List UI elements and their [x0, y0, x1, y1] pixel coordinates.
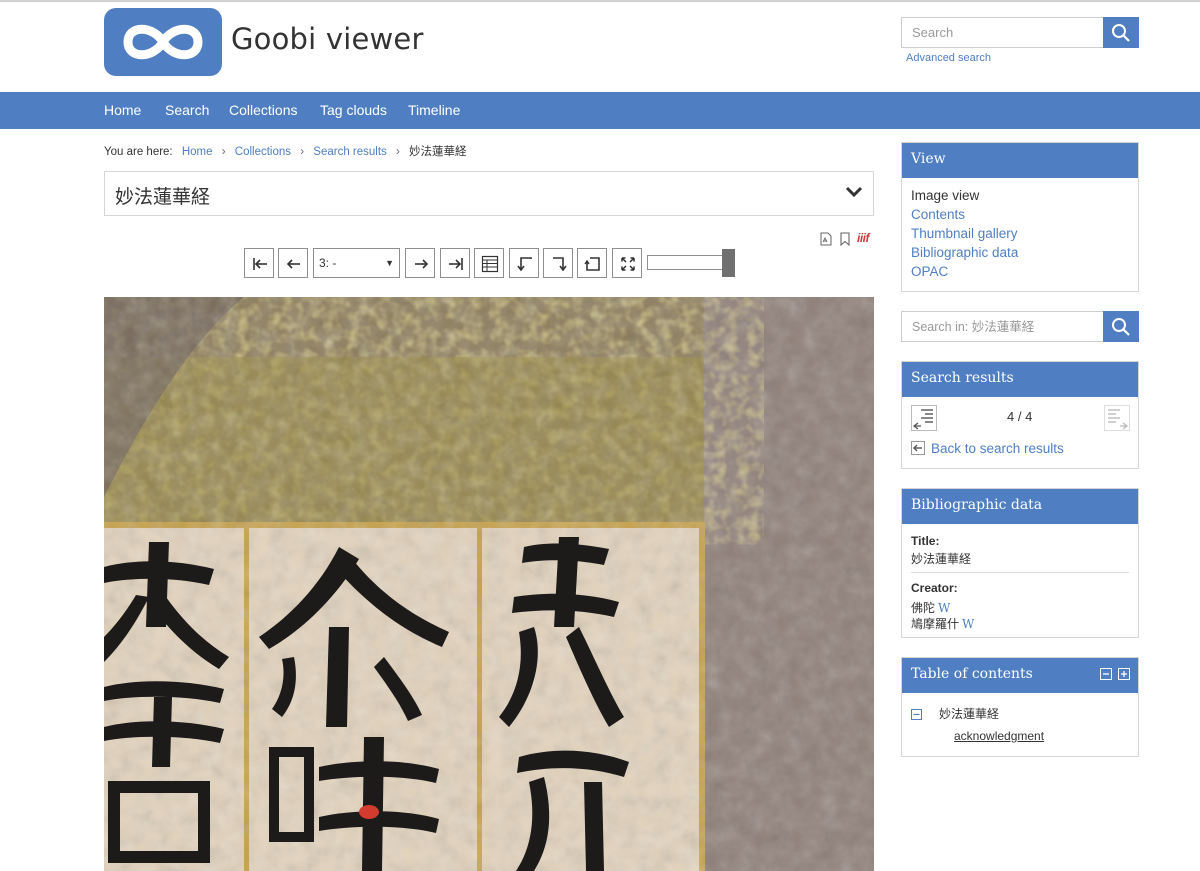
breadcrumb-separator: ›: [300, 146, 305, 158]
bib-title-value: 妙法蓮華経: [911, 552, 972, 566]
previous-page-button[interactable]: [278, 248, 308, 278]
fullscreen-icon: [621, 257, 635, 271]
search-input[interactable]: [901, 17, 1103, 48]
rotate-right-button[interactable]: [543, 248, 573, 278]
view-item-bibliographic-data[interactable]: Bibliographic data: [911, 245, 1129, 264]
rotate-right-icon: [553, 257, 567, 272]
search-button[interactable]: [1103, 17, 1139, 48]
toc-root-item[interactable]: 妙法蓮華経: [939, 705, 999, 722]
pdf-icon[interactable]: [820, 232, 832, 246]
back-to-search-results-label: Back to search results: [931, 441, 1064, 456]
view-list: Image view Contents Thumbnail gallery Bi…: [902, 178, 1138, 283]
breadcrumb: You are here: Home › Collections › Searc…: [104, 143, 467, 159]
advanced-search-link[interactable]: Advanced search: [906, 52, 991, 64]
next-page-button[interactable]: [405, 248, 435, 278]
breadcrumb-search-results[interactable]: Search results: [313, 146, 387, 158]
bib-creator-label: Creator:: [911, 581, 958, 595]
main-navigation: Home Search Collections Tag clouds Timel…: [0, 92, 1200, 129]
thumbnails-icon: [481, 255, 499, 273]
toc-child-item[interactable]: acknowledgment: [954, 729, 1044, 743]
nav-search[interactable]: Search: [165, 102, 209, 118]
bibliographic-widget: Bibliographic data Title: 妙法蓮華経 Creator:…: [901, 488, 1139, 638]
back-to-search-results-link[interactable]: Back to search results: [911, 441, 1064, 456]
thumbnails-button[interactable]: [474, 248, 504, 278]
search-results-widget: Search results 4 / 4 Back to search resu…: [901, 361, 1139, 469]
bib-title-label: Title:: [911, 534, 940, 548]
zoom-slider-handle[interactable]: [722, 249, 735, 277]
expand-all-icon[interactable]: [1118, 668, 1130, 680]
search-icon: [1112, 24, 1130, 42]
next-hit-icon[interactable]: [1104, 405, 1130, 431]
view-item-opac[interactable]: OPAC: [911, 264, 1129, 283]
nav-tag-clouds[interactable]: Tag clouds: [320, 102, 387, 118]
breadcrumb-home[interactable]: Home: [182, 146, 213, 158]
toc-heading: Table of contents: [902, 658, 1138, 693]
wikipedia-icon[interactable]: W: [962, 617, 974, 631]
previous-page-icon: [286, 259, 300, 269]
next-page-icon: [415, 259, 429, 269]
caret-down-icon: ▼: [385, 258, 394, 268]
toc-tools: [1099, 668, 1130, 701]
breadcrumb-separator: ›: [221, 146, 226, 158]
search-results-heading: Search results: [902, 362, 1138, 397]
search-in-record: [901, 311, 1139, 342]
last-page-button[interactable]: [440, 248, 470, 278]
breadcrumb-prefix: You are here:: [104, 146, 173, 158]
search-in-button[interactable]: [1103, 311, 1139, 342]
search-results-count: 4 / 4: [1007, 409, 1033, 424]
breadcrumb-current: 妙法蓮華経: [409, 146, 467, 158]
collapse-all-icon[interactable]: [1099, 668, 1112, 680]
nav-timeline[interactable]: Timeline: [408, 102, 460, 118]
first-page-icon: [253, 258, 267, 270]
chevron-down-icon[interactable]: [845, 185, 863, 199]
page-select[interactable]: 3: - ▼: [313, 248, 400, 278]
image-viewer[interactable]: [104, 297, 874, 871]
nav-collections[interactable]: Collections: [229, 102, 297, 118]
previous-hit-icon[interactable]: [911, 405, 937, 431]
toc-widget: Table of contents 妙法蓮華経 acknowledgment: [901, 657, 1139, 757]
page-select-value: 3: -: [319, 256, 337, 270]
record-title: 妙法蓮華経: [115, 186, 211, 208]
record-title-bar[interactable]: 妙法蓮華経: [104, 171, 874, 216]
arrow-left-icon: [911, 441, 925, 455]
divider: [911, 572, 1129, 573]
fullscreen-button[interactable]: [612, 248, 642, 278]
breadcrumb-collections[interactable]: Collections: [235, 146, 291, 158]
rotate-left-button[interactable]: [509, 248, 539, 278]
zoom-slider-track[interactable]: [647, 255, 723, 270]
reset-rotation-button[interactable]: [577, 248, 607, 278]
view-widget-heading: View: [902, 143, 1138, 178]
toc-heading-label: Table of contents: [911, 666, 1033, 682]
view-widget: View Image view Contents Thumbnail galle…: [901, 142, 1139, 292]
first-page-button[interactable]: [244, 248, 274, 278]
reset-icon: [584, 257, 600, 271]
view-item-contents[interactable]: Contents: [911, 207, 1129, 226]
goobi-logo[interactable]: [104, 8, 222, 76]
bibliographic-heading: Bibliographic data: [902, 489, 1138, 524]
iiif-icon[interactable]: iiif: [857, 231, 870, 245]
bib-creator-value[interactable]: 鳩摩羅什: [911, 617, 959, 631]
search-in-input[interactable]: [901, 311, 1103, 342]
last-page-icon: [449, 258, 463, 270]
manuscript-image: [104, 297, 874, 871]
search-icon: [1112, 318, 1130, 336]
view-item-image-view[interactable]: Image view: [911, 188, 1129, 207]
bib-creator-row: 鳩摩羅什 W: [911, 613, 974, 632]
header-search: [901, 17, 1139, 48]
nav-home[interactable]: Home: [104, 102, 141, 118]
rotate-left-icon: [517, 257, 532, 272]
collapse-node-icon[interactable]: [911, 709, 922, 720]
bookmark-icon[interactable]: [840, 232, 850, 246]
view-item-thumbnail-gallery[interactable]: Thumbnail gallery: [911, 226, 1129, 245]
top-border: [0, 0, 1200, 2]
infinity-logo-icon: [123, 24, 203, 60]
brand-title[interactable]: Goobi viewer: [231, 22, 424, 56]
breadcrumb-separator: ›: [396, 146, 400, 158]
